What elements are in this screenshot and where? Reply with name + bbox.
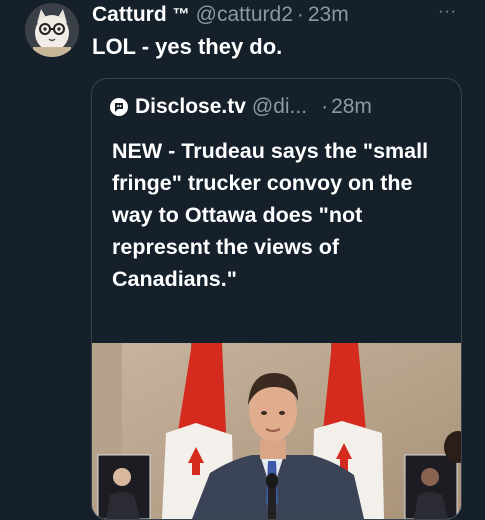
tweet-text: LOL - yes they do. bbox=[92, 34, 283, 59]
sign-interpreter-left bbox=[97, 454, 151, 519]
timestamp[interactable]: 23m bbox=[308, 3, 349, 27]
quoted-tweet-header: Disclose.tv @di... · 28m bbox=[110, 94, 372, 120]
cat-avatar-icon bbox=[25, 3, 79, 57]
quoted-tweet-media[interactable] bbox=[92, 343, 461, 519]
quoted-separator: · bbox=[321, 95, 329, 118]
user-handle[interactable]: @catturd2 bbox=[196, 3, 293, 27]
quoted-user-handle[interactable]: @di... bbox=[252, 95, 307, 119]
quoted-tweet-text: NEW - Trudeau says the "small fringe" tr… bbox=[112, 139, 429, 291]
separator: · bbox=[296, 3, 304, 26]
tweet-header: Catturd ™ @catturd2 · 23m bbox=[92, 0, 472, 30]
avatar[interactable] bbox=[25, 3, 79, 57]
trademark-symbol: ™ bbox=[172, 5, 190, 24]
sign-interpreter-right bbox=[404, 454, 458, 519]
quoted-display-name[interactable]: Disclose.tv bbox=[135, 95, 246, 119]
quoted-tweet[interactable]: Disclose.tv @di... · 28m NEW - Trudeau s… bbox=[91, 78, 462, 520]
disclose-logo-icon bbox=[110, 98, 128, 116]
display-name[interactable]: Catturd bbox=[92, 3, 167, 27]
quoted-timestamp[interactable]: 28m bbox=[331, 95, 372, 119]
more-options-icon[interactable]: ··· bbox=[438, 4, 457, 20]
press-conference-photo bbox=[92, 343, 461, 519]
